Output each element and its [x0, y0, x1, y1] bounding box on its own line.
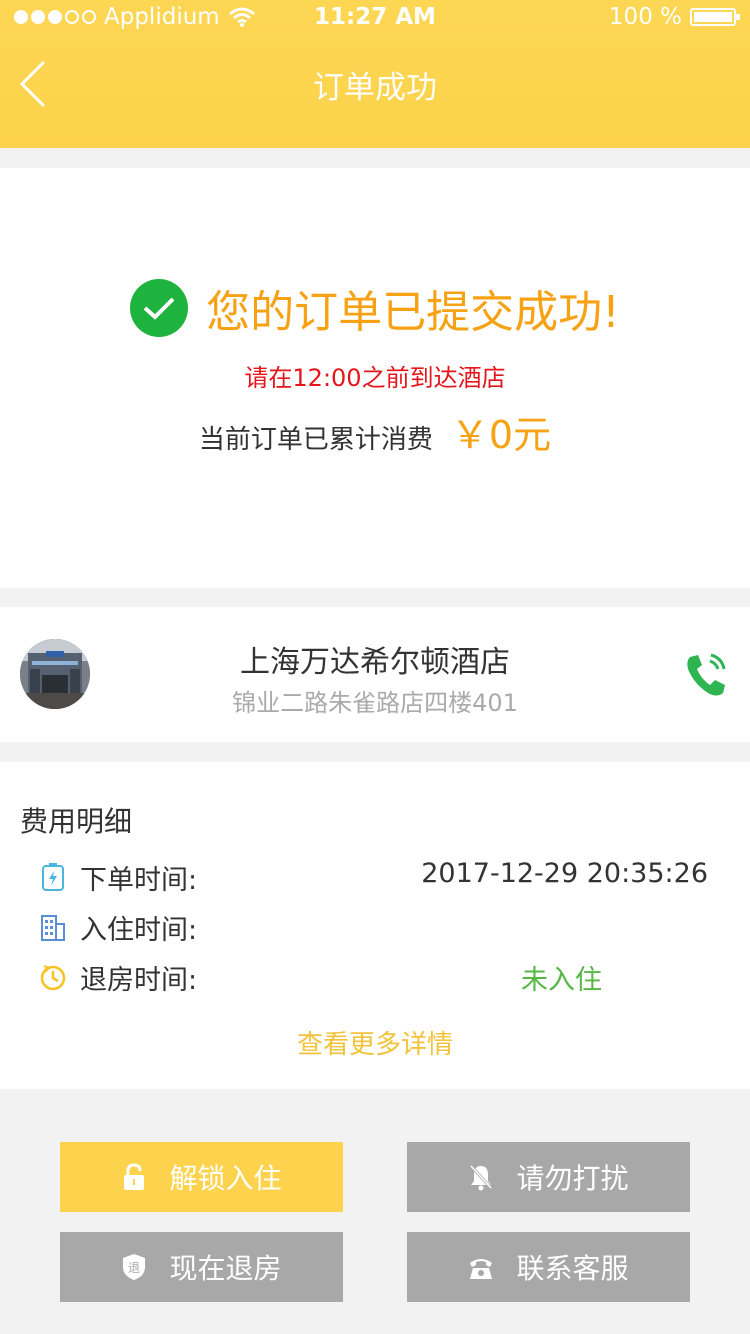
unlock-checkin-label: 解锁入住: [169, 1162, 282, 1195]
bell-off-icon: [470, 1164, 493, 1191]
building-icon: [41, 915, 65, 941]
fee-row-checkin-time: 入住时间:: [40, 908, 720, 948]
total-label: 当前订单已累计消费: [198, 425, 433, 455]
fee-label: 退房时间:: [80, 965, 198, 996]
hotel-address: 锦业二路朱雀路店四楼401: [232, 689, 518, 717]
telephone-icon: [470, 1259, 493, 1279]
fee-title: 费用明细: [20, 805, 133, 838]
phone-icon[interactable]: [684, 651, 728, 699]
clock-icon: [40, 965, 66, 991]
view-more-link[interactable]: 查看更多详情: [0, 1024, 750, 1061]
header-bar: Applidium 11:27 AM 100 % 订单成功: [0, 0, 750, 148]
battery-percent: 100 %: [608, 4, 682, 30]
contact-service-button[interactable]: 联系客服: [407, 1232, 690, 1302]
checkout-now-label: 现在退房: [169, 1252, 282, 1285]
svg-text:退: 退: [128, 1261, 140, 1275]
unlock-checkin-button[interactable]: 解锁入住: [60, 1142, 343, 1212]
fee-value: 2017-12-29 20:35:26: [421, 858, 708, 889]
checkin-status: 未入住: [521, 965, 602, 996]
checkout-now-button[interactable]: 退 现在退房: [60, 1232, 343, 1302]
lock-icon: [124, 1163, 145, 1190]
check-icon: [130, 279, 189, 337]
battery-icon: [690, 8, 740, 26]
status-right: 100 %: [608, 4, 740, 30]
total-amount: ￥0元: [450, 413, 552, 457]
success-message: 您的订单已提交成功!: [206, 287, 620, 338]
battery-charge-icon: [42, 863, 64, 891]
hotel-card[interactable]: 上海万达希尔顿酒店 锦业二路朱雀路店四楼401: [0, 607, 750, 742]
contact-service-label: 联系客服: [516, 1252, 629, 1285]
fee-row-order-time: 下单时间: 2017-12-29 20:35:26: [40, 858, 720, 898]
arrival-notice: 请在12:00之前到达酒店: [244, 364, 506, 392]
fee-label: 入住时间:: [80, 915, 198, 946]
fee-label: 下单时间:: [80, 865, 198, 896]
do-not-disturb-button[interactable]: 请勿打扰: [407, 1142, 690, 1212]
checkout-badge-icon: 退: [123, 1254, 146, 1280]
hotel-name: 上海万达希尔顿酒店: [240, 645, 510, 680]
page-title: 订单成功: [313, 70, 437, 106]
success-row: 您的订单已提交成功!: [0, 276, 750, 340]
do-not-disturb-label: 请勿打扰: [516, 1162, 629, 1195]
fee-row-checkout-time: 退房时间: 未入住: [40, 958, 720, 998]
order-success-card: 您的订单已提交成功! 请在12:00之前到达酒店 当前订单已累计消费 ￥0元: [0, 168, 750, 588]
fee-detail-card: 费用明细 下单时间: 2017-12-29 20:35:26 入住时间: 退房时…: [0, 762, 750, 1089]
total-consumption: 当前订单已累计消费 ￥0元: [0, 404, 750, 459]
status-bar: Applidium 11:27 AM 100 %: [0, 0, 750, 40]
